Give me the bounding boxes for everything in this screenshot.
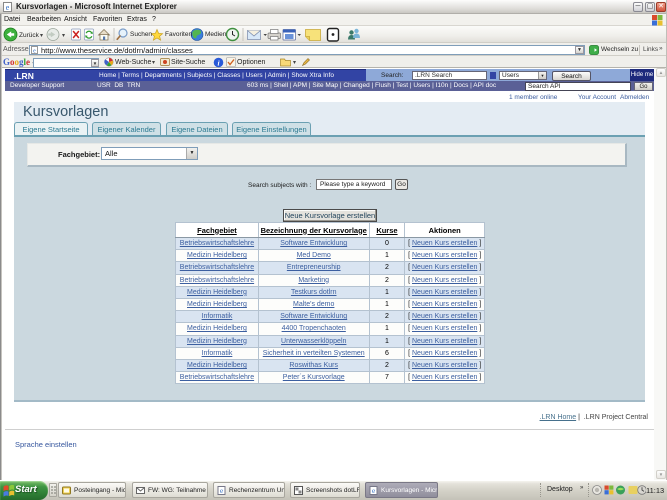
svg-text:e: e [33,49,36,55]
svg-text:e: e [220,487,223,495]
svg-text:e: e [6,3,10,12]
svg-text:e: e [372,487,375,495]
